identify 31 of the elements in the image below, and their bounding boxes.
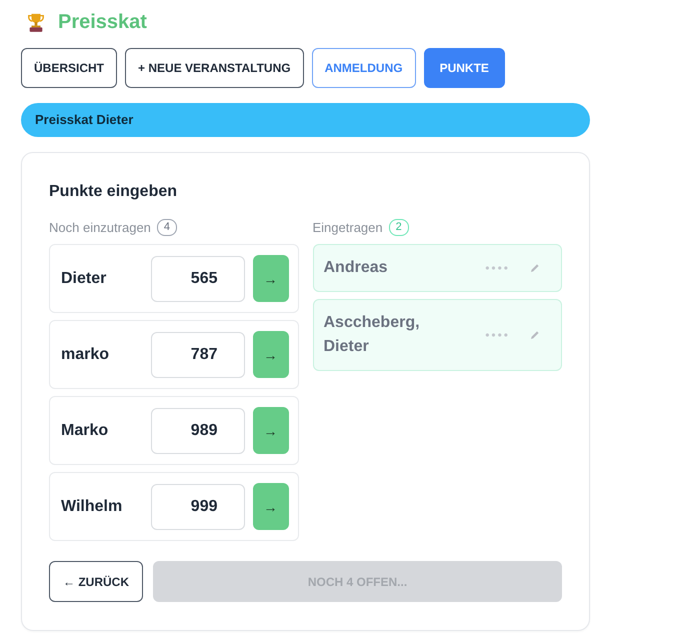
player-name: Wilhelm [61,498,124,516]
nav-button[interactable]: ÜBERSICHT [21,48,118,88]
nav-button[interactable]: PUNKTE [424,48,505,88]
player-name: Marko [61,422,110,440]
entered-count: 2 [388,218,409,236]
app-title: Preisskat [58,10,147,34]
entered-label: Eingetragen [312,220,383,234]
submit-button[interactable]: → [252,331,288,378]
submit-button[interactable]: → [252,407,288,454]
pencil-icon[interactable] [530,330,540,340]
submit-button[interactable]: → [252,255,288,302]
hidden-score: •••• [485,328,510,342]
pending-count: 4 [156,218,178,236]
pencil-icon[interactable] [530,263,540,273]
back-button[interactable]: ← ZURÜCK [49,561,143,602]
card-title: Punkte eingeben [49,182,178,202]
points-input[interactable]: 565 [150,256,244,302]
event-banner: Preisskat Dieter [21,103,590,137]
points-input[interactable]: 989 [150,408,244,454]
player-name: Dieter [61,270,108,288]
nav-button[interactable]: + NEUE VERANSTALTUNG [125,48,304,88]
player-name: Asccheberg, Dieter [324,313,421,357]
player-name: Andreas [324,258,389,278]
hidden-score: •••• [485,261,510,275]
submit-button[interactable]: → [252,483,288,530]
player-name: marko [61,346,110,364]
trophy-icon [27,12,45,32]
points-input[interactable]: 787 [150,332,244,378]
nav-button[interactable]: ANMELDUNG [312,48,416,88]
pending-label: Noch einzutragen [49,220,151,234]
points-input[interactable]: 999 [150,484,244,530]
